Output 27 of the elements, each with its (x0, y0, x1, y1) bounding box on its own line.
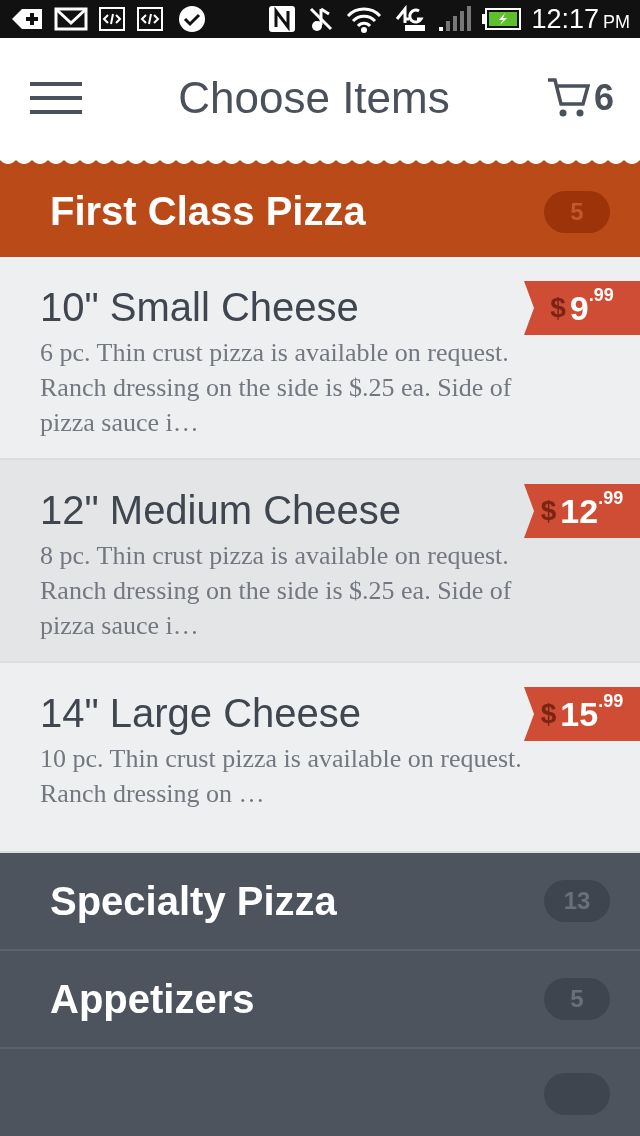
price-tag: $15$^{.99}$ (524, 687, 640, 741)
code-icon (98, 5, 126, 33)
nfc-icon (267, 5, 298, 33)
item-name: 10" Small Cheese (40, 284, 360, 331)
code-icon (136, 5, 164, 33)
item-name: 14" Large Cheese (40, 690, 363, 737)
screen-title: Choose Items (177, 73, 451, 123)
item-description: 8 pc. Thin crust pizza is available on request. Ranch dressing on the side is $.25 ea. Side of pizza sauce i… (40, 540, 513, 642)
category-name: Specialty Pizza (50, 878, 338, 924)
category-name: First Class Pizza (50, 189, 367, 234)
price-tag: $9$^{.99}$ (524, 281, 640, 335)
item-name: 12" Medium Cheese (40, 487, 403, 534)
menu-item[interactable]: 14" Large Cheese 10 pc. Thin crust pizza is available on request. Ranch dressing on … $15$^{.99}$ (0, 663, 640, 853)
network-icon (393, 5, 428, 33)
signal-icon (437, 5, 472, 33)
item-description: 6 pc. Thin crust pizza is available on request. Ranch dressing on the side is $.25 ea. Side of pizza sauce i… (40, 337, 513, 439)
price-tag: $12$^{.99}$ (524, 484, 640, 538)
clock: 12:17 PM (531, 3, 630, 35)
menu-item[interactable]: 12" Medium Cheese 8 pc. Thin crust pizza is available on request. Ranch dressing on the side is $.25 ea. Side of pizza sauce i… $12$^{.99}$ (0, 460, 640, 663)
cart-button[interactable]: 6 (545, 76, 614, 120)
menu-icon[interactable] (30, 81, 82, 115)
mail-icon (54, 5, 88, 33)
battery-icon (481, 5, 522, 33)
item-description: 10 pc. Thin crust pizza is available on request. Ranch dressing on … (40, 743, 523, 810)
category-name: Appetizers (50, 976, 256, 1022)
menu-item[interactable]: 10" Small Cheese 6 pc. Thin crust pizza is available on request. Ranch dressing on the side is $.25 ea. Side of pizza sauce i… $9$^{.99}$ (0, 257, 640, 460)
wifi-icon (345, 5, 384, 33)
